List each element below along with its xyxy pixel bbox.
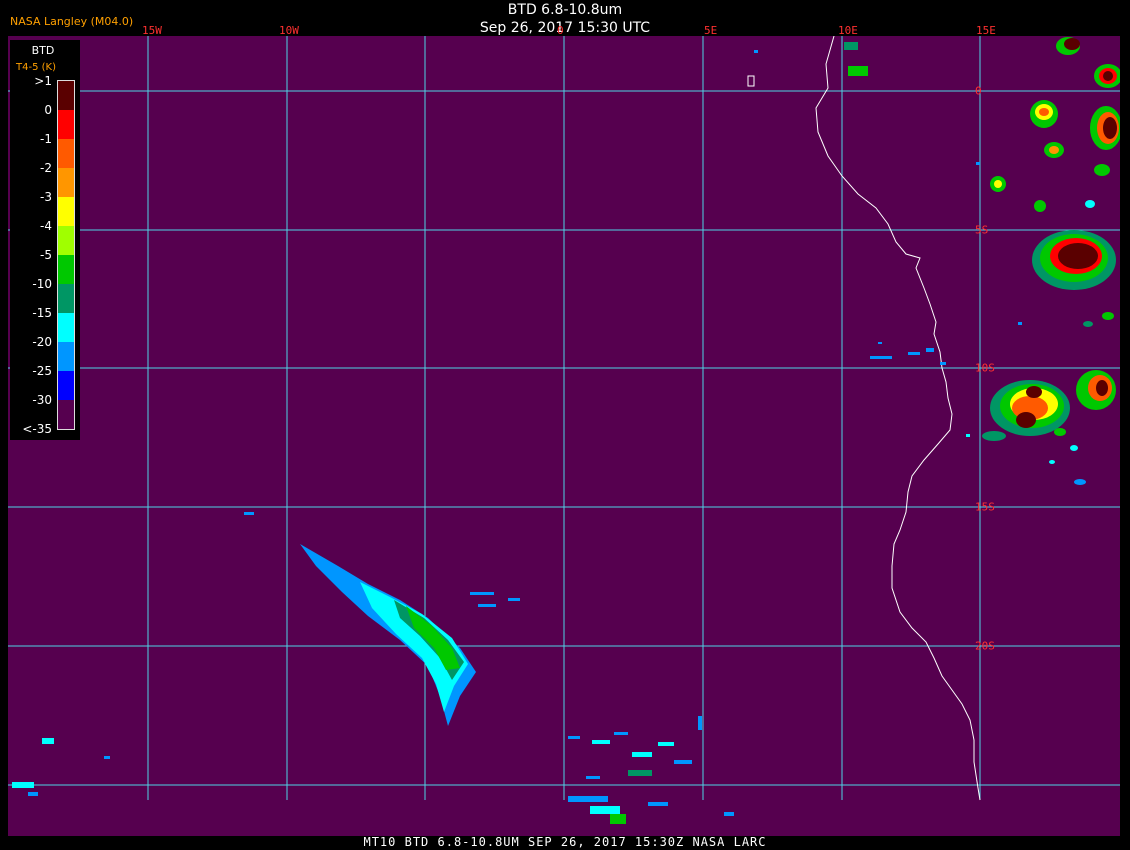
footer-caption: MT10 BTD 6.8-10.8UM SEP 26, 2017 15:30Z …: [363, 835, 767, 849]
latitude-label-0: 0: [975, 84, 982, 98]
latitude-label-15s: 15S: [975, 500, 995, 514]
legend-tick-label: -25: [32, 364, 52, 378]
legend-tick-label: <-35: [22, 422, 52, 436]
legend-swatch: [58, 81, 74, 110]
legend-swatch: [58, 400, 74, 429]
product-title: BTD 6.8-10.8um: [507, 2, 623, 18]
latitude-label-20s: 20S: [975, 639, 995, 653]
timestamp-label: Sep 26, 2017 15:30 UTC: [479, 20, 651, 36]
legend-tick-label: -1: [40, 132, 52, 146]
legend-swatch: [58, 284, 74, 313]
latitude-label-5s: 5S: [975, 223, 989, 237]
map-graphics: [8, 36, 1120, 824]
legend-swatch: [58, 197, 74, 226]
legend-swatch: [58, 168, 74, 197]
africa-coastline: [815, 36, 981, 801]
legend-swatch: [58, 226, 74, 255]
legend-tick-label: -3: [40, 190, 52, 204]
legend-tick-label: -15: [32, 306, 52, 320]
legend-swatch: [58, 313, 74, 342]
legend-title: BTD: [31, 44, 55, 57]
legend-tick-label: 0: [44, 103, 52, 117]
southern-specks: [12, 716, 734, 824]
legend-swatch: [58, 255, 74, 284]
ocean-cloud-band: [244, 512, 520, 726]
legend-swatch: [58, 139, 74, 168]
legend-swatch: [58, 371, 74, 400]
legend-color-bar: [57, 80, 75, 430]
graticule: [8, 36, 1120, 800]
legend-tick-label: -2: [40, 161, 52, 175]
legend-units: T4-5 (K): [16, 62, 56, 73]
legend-tick-label: -10: [32, 277, 52, 291]
legend-tick-label: -20: [32, 335, 52, 349]
legend-swatch: [58, 342, 74, 371]
satellite-image-canvas: NASA Langley (M04.0) BTD 6.8-10.8um Sep …: [0, 0, 1130, 850]
legend-swatch: [58, 110, 74, 139]
color-legend: BTD T4-5 (K) >1 0 -1 -2 -3 -4 -5 -10 -15 -20 -25 -3…: [10, 40, 80, 440]
coastal-specks: [747, 42, 1022, 437]
east-convection-cluster: [982, 312, 1116, 485]
northeast-convection: [990, 37, 1120, 290]
legend-tick-label: >1: [34, 74, 52, 88]
map-panel: [8, 36, 1120, 836]
legend-tick-label: -5: [40, 248, 52, 262]
legend-tick-label: -30: [32, 393, 52, 407]
latitude-label-10s: 10S: [975, 361, 995, 375]
legend-tick-label: -4: [40, 219, 52, 233]
